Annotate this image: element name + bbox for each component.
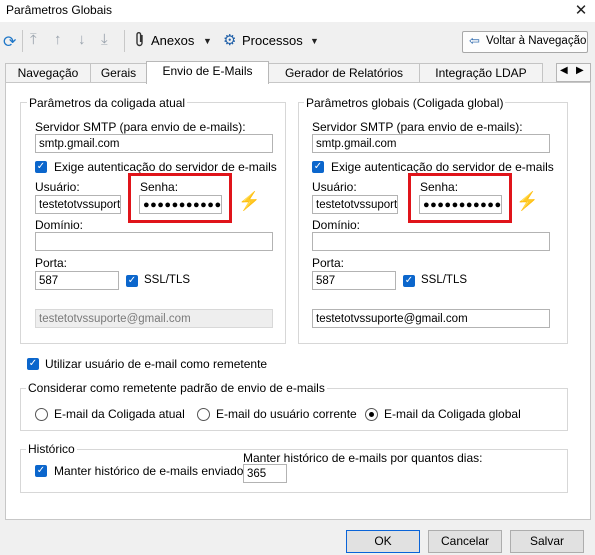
smtp-label: Servidor SMTP (para envio de e-mails): — [35, 120, 246, 134]
group-title: Parâmetros globais (Coligada global) — [304, 96, 506, 110]
radio-coligada-global[interactable] — [365, 408, 378, 421]
auth-checkbox[interactable]: ✓ — [312, 161, 324, 173]
back-button-label: Voltar à Navegação — [486, 35, 587, 47]
paperclip-icon — [134, 31, 146, 51]
chevron-down-icon[interactable]: ▼ — [310, 36, 319, 46]
password-label: Senha: — [140, 180, 179, 194]
radio-coligada-atual[interactable] — [35, 408, 48, 421]
keep-history-checkbox[interactable]: ✓ — [35, 465, 47, 477]
toolbar-separator — [124, 30, 125, 52]
scroll-right-icon[interactable]: ▶ — [576, 65, 584, 76]
annex-menu[interactable]: Anexos — [151, 33, 194, 48]
group-title: Considerar como remetente padrão de envi… — [26, 381, 327, 395]
smtp-input[interactable]: smtp.gmail.com — [312, 134, 550, 153]
process-menu[interactable]: Processos — [242, 33, 303, 48]
ok-button[interactable]: OK — [346, 530, 420, 553]
close-icon[interactable]: ✕ — [572, 1, 590, 19]
back-arrow-icon: ⇦ — [469, 33, 480, 48]
ssl-checkbox[interactable]: ✓ — [403, 275, 415, 287]
tab-integracao-ldap[interactable]: Integração LDAP — [419, 63, 543, 83]
password-input[interactable]: ●●●●●●●●●●● — [419, 195, 502, 214]
use-user-email-label: Utilizar usuário de e-mail como remetent… — [45, 357, 268, 371]
tab-navegacao[interactable]: Navegação — [5, 63, 91, 83]
next-icon[interactable]: ↓ — [78, 31, 86, 48]
domain-input[interactable] — [35, 232, 273, 251]
lightning-icon[interactable]: ⚡ — [516, 191, 538, 212]
window-title: Parâmetros Globais — [6, 3, 113, 17]
refresh-icon[interactable]: ⟳ — [3, 32, 16, 52]
cancel-button[interactable]: Cancelar — [428, 530, 502, 553]
user-input[interactable]: testetotvssuporte — [35, 195, 121, 214]
smtp-input[interactable]: smtp.gmail.com — [35, 134, 273, 153]
last-icon[interactable]: ⤓ — [101, 31, 108, 48]
gear-icon: ⚙ — [223, 32, 237, 49]
domain-label: Domínio: — [312, 218, 361, 232]
user-input[interactable]: testetotvssuporte — [312, 195, 398, 214]
use-user-email-checkbox[interactable]: ✓ — [27, 358, 39, 370]
ssl-checkbox[interactable]: ✓ — [126, 275, 138, 287]
tab-gerais[interactable]: Gerais — [90, 63, 147, 83]
history-days-input[interactable]: 365 — [243, 464, 287, 483]
auth-checkbox[interactable]: ✓ — [35, 161, 47, 173]
back-button[interactable]: ⇦ Voltar à Navegação — [462, 31, 588, 53]
first-icon[interactable]: ⤒ — [30, 31, 37, 48]
toolbar-separator — [22, 30, 23, 52]
keep-history-label: Manter histórico de e-mails enviados — [54, 464, 250, 478]
user-label: Usuário: — [35, 180, 80, 194]
ssl-label: SSL/TLS — [144, 274, 191, 286]
tab-envio-emails[interactable]: Envio de E-Mails — [146, 61, 269, 84]
prev-icon[interactable]: ↑ — [54, 31, 62, 48]
port-label: Porta: — [312, 256, 345, 270]
domain-input[interactable] — [312, 232, 550, 251]
radio-label: E-mail do usuário corrente — [216, 407, 357, 421]
chevron-down-icon[interactable]: ▼ — [203, 36, 212, 46]
auth-label: Exige autenticação do servidor de e-mail… — [54, 160, 277, 174]
email-input[interactable]: testetotvssuporte@gmail.com — [35, 309, 273, 328]
port-input[interactable]: 587 — [312, 271, 396, 290]
group-title: Parâmetros da coligada atual — [27, 96, 188, 110]
port-input[interactable]: 587 — [35, 271, 119, 290]
radio-usuario-corrente[interactable] — [197, 408, 210, 421]
tab-gerador-relatorios[interactable]: Gerador de Relatórios — [268, 63, 420, 83]
save-button[interactable]: Salvar — [510, 530, 584, 553]
tab-scroll-buttons[interactable]: ◀ ▶ — [556, 63, 591, 82]
history-days-label: Manter histórico de e-mails por quantos … — [243, 451, 483, 465]
password-input[interactable]: ●●●●●●●●●●● — [139, 195, 222, 214]
auth-label: Exige autenticação do servidor de e-mail… — [331, 160, 554, 174]
ssl-label: SSL/TLS — [421, 274, 468, 286]
group-title: Histórico — [26, 442, 77, 456]
email-input[interactable]: testetotvssuporte@gmail.com — [312, 309, 550, 328]
port-label: Porta: — [35, 256, 68, 270]
domain-label: Domínio: — [35, 218, 84, 232]
password-label: Senha: — [420, 180, 459, 194]
scroll-left-icon[interactable]: ◀ — [560, 65, 568, 76]
lightning-icon[interactable]: ⚡ — [238, 191, 260, 212]
smtp-label: Servidor SMTP (para envio de e-mails): — [312, 120, 523, 134]
user-label: Usuário: — [312, 180, 357, 194]
radio-label: E-mail da Coligada global — [384, 407, 521, 421]
radio-label: E-mail da Coligada atual — [54, 407, 185, 421]
